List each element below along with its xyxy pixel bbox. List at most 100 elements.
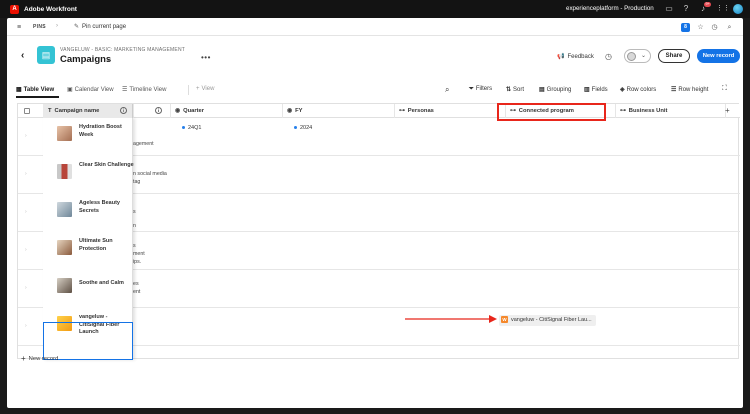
column-label: FY — [295, 108, 303, 114]
chevron-down-icon[interactable]: ⌄ — [106, 56, 111, 63]
expand-icon[interactable]: › — [25, 209, 27, 215]
app-name: Adobe Workfront — [24, 5, 77, 13]
column-header-campaign-name[interactable]: T Campaign name i — [43, 104, 133, 118]
column-header-personas[interactable]: ⊶ Personas — [395, 104, 506, 118]
menu-icon[interactable]: ≡ — [17, 24, 21, 31]
info-icon[interactable]: i — [120, 107, 127, 114]
campaign-name-cell[interactable]: Ultimate Sun Protection — [79, 238, 134, 253]
cell-text: 24Q1 — [188, 125, 202, 131]
row-height-label: Row height — [678, 87, 709, 93]
history-clock-icon[interactable]: ◷ — [605, 52, 612, 61]
column-label: Quarter — [183, 108, 205, 114]
fullscreen-icon[interactable]: ⛶ — [722, 85, 727, 93]
expand-icon[interactable]: › — [25, 247, 27, 253]
filters-button[interactable]: ⏷ Filters — [469, 86, 492, 93]
sort-button[interactable]: ⇅ Sort — [506, 86, 524, 93]
tab-timeline-view[interactable]: ☰ Timeline View — [122, 86, 166, 93]
new-record-label: New record — [28, 356, 59, 362]
main-frame: ≡ PINS › ✎ Pin current page 8 ☆ ◷ ⌕ ‹ ▤ V… — [7, 18, 743, 408]
pins-label[interactable]: PINS — [33, 24, 46, 30]
expand-icon[interactable]: › — [25, 323, 27, 329]
column-header-hidden[interactable]: i — [133, 104, 171, 118]
tab-calendar-view[interactable]: ▣ Calendar View — [67, 86, 114, 93]
user-avatar[interactable] — [733, 4, 743, 14]
tab-label: Timeline View — [129, 87, 167, 93]
feedback-button[interactable]: 📢 Feedback — [557, 53, 594, 60]
fields-icon: ▥ — [584, 87, 590, 93]
column-label: Campaign name — [54, 108, 100, 114]
row-colors-button[interactable]: ◈ Row colors — [620, 86, 656, 93]
single-select-icon: ◉ — [287, 108, 293, 114]
search-icon[interactable]: ⌕ — [725, 23, 734, 32]
share-button[interactable]: Share — [658, 49, 690, 63]
cell-text: tag — [133, 179, 141, 185]
campaign-name-cell[interactable]: Soothe and Calm — [79, 280, 134, 288]
pins-bar: ≡ PINS › ✎ Pin current page 8 ☆ ◷ ⌕ — [7, 18, 743, 36]
column-label: Business Unit — [628, 108, 668, 114]
connected-program-chip[interactable]: Wvangeluw - CitiSignal Fiber Lau... — [499, 315, 596, 326]
row-colors-label: Row colors — [626, 87, 657, 93]
campaigns-icon: ▤ — [37, 46, 55, 64]
star-icon[interactable]: ☆ — [696, 23, 705, 32]
campaign-name-cell[interactable]: Ageless Beauty Secrets — [79, 200, 134, 215]
filter-icon: ⏷ — [469, 86, 474, 92]
campaign-name-cell[interactable]: Clear Skin Challenge — [79, 162, 134, 170]
pin-current-label: Pin current page — [82, 24, 127, 30]
pin-icon: ✎ — [74, 24, 80, 30]
new-record-row-button[interactable]: + New record — [21, 354, 58, 363]
org-switcher[interactable]: experienceplatform - Production — [566, 5, 654, 12]
cell-text: agement — [133, 141, 154, 147]
tab-table-view[interactable]: ▦ Table View — [16, 86, 54, 93]
chat-icon[interactable]: ▭ — [664, 4, 674, 14]
description-cell: n social media tag — [133, 170, 167, 186]
back-arrow-icon[interactable]: ‹ — [21, 50, 24, 61]
grouping-label: Grouping — [546, 87, 572, 93]
campaign-name-cell[interactable]: Hydration Boost Week — [79, 124, 134, 139]
new-record-button[interactable]: New record — [697, 49, 740, 63]
adobe-logo-icon[interactable]: A — [10, 4, 19, 14]
badge-8[interactable]: 8 — [681, 23, 690, 32]
text-type-icon: T — [48, 108, 52, 114]
notification-badge: 9+ — [704, 2, 712, 7]
cell-text: 2024 — [300, 125, 313, 131]
quarter-cell[interactable]: 24Q1 — [182, 125, 201, 131]
info-icon[interactable]: i — [155, 107, 162, 114]
expand-icon[interactable]: › — [25, 171, 27, 177]
plus-icon: + — [21, 354, 26, 363]
column-label: Personas — [407, 108, 434, 114]
column-header-fy[interactable]: ◉ FY — [283, 104, 395, 118]
breadcrumb[interactable]: VANGELUW - BASIC: MARKETING MANAGEMENT — [60, 47, 185, 53]
expand-icon[interactable]: › — [25, 133, 27, 139]
megaphone-icon: 📢 — [557, 54, 565, 60]
search-icon[interactable]: ⌕ — [445, 85, 449, 95]
expand-icon[interactable]: › — [25, 285, 27, 291]
description-cell: es ent — [133, 280, 140, 296]
add-column-icon[interactable]: + — [725, 106, 730, 115]
select-all-checkbox[interactable] — [24, 108, 30, 114]
calendar-icon: ▣ — [67, 87, 73, 93]
grouping-button[interactable]: ▤ Grouping — [539, 86, 571, 93]
row-height-button[interactable]: ☰ Row height — [671, 86, 708, 93]
cell-text: ent — [133, 289, 141, 295]
cell-text: n — [133, 223, 136, 229]
record-thumbnail — [57, 202, 72, 217]
page-title: Campaigns — [60, 54, 112, 65]
fields-label: Fields — [591, 87, 608, 93]
pin-current-page-button[interactable]: ✎ Pin current page — [74, 23, 126, 30]
history-icon[interactable]: ◷ — [710, 23, 719, 32]
cell-text: ment — [133, 251, 145, 257]
add-view-button[interactable]: + View — [196, 86, 214, 92]
column-header-business-unit[interactable]: ⊶ Business Unit — [616, 104, 726, 118]
add-view-label: View — [201, 86, 215, 92]
help-icon[interactable]: ? — [681, 4, 691, 14]
column-header-quarter[interactable]: ◉ Quarter — [171, 104, 283, 118]
fields-button[interactable]: ▥ Fields — [584, 86, 608, 93]
user-selector[interactable]: ⌄ — [624, 49, 651, 63]
chevron-down-icon: ⌄ — [641, 53, 647, 59]
apps-grid-icon[interactable]: ⋮⋮ — [716, 4, 730, 14]
connection-icon: ⊶ — [399, 108, 405, 114]
fy-cell[interactable]: 2024 — [294, 125, 312, 131]
user-avatar-icon — [627, 52, 636, 61]
timeline-icon: ☰ — [122, 87, 128, 93]
more-options-icon[interactable]: ••• — [201, 53, 211, 62]
